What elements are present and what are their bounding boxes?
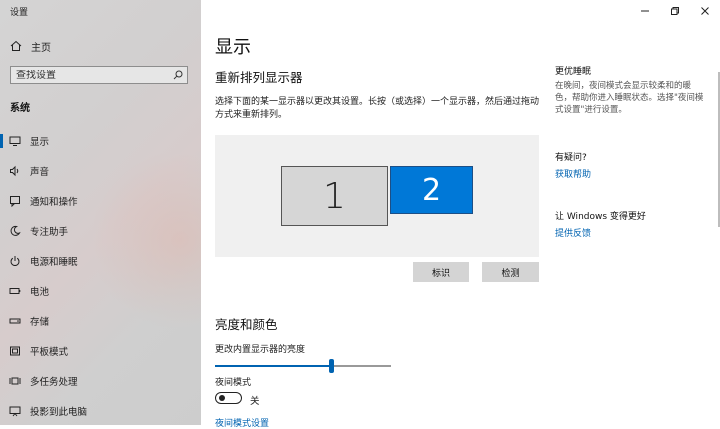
sidebar-nav: 显示 声音 通知和操作 专注助手 电源和睡眠 电池 存储 平板模式 多任务处理 … [0,126,201,425]
close-icon [701,7,709,15]
sidebar-item-display[interactable]: 显示 [0,126,201,156]
notification-icon [8,194,22,208]
window-controls [630,0,720,22]
sidebar-item-project-to-pc[interactable]: 投影到此电脑 [0,396,201,425]
sidebar-item-label: 存储 [30,317,50,328]
sleep-description: 在晚间，夜间模式会显示较柔和的暖色，帮助你进入睡眠状态。选择"夜间模式设置"进行… [555,81,704,115]
sidebar-item-sound[interactable]: 声音 [0,156,201,186]
home-link[interactable]: 主页 [10,38,51,54]
night-light-toggle[interactable] [215,392,242,404]
sidebar-item-label: 专注助手 [30,227,69,238]
night-light-settings-link[interactable]: 夜间模式设置 [215,416,269,429]
restore-button[interactable] [660,0,690,22]
sidebar-item-label: 投影到此电脑 [30,407,88,418]
slider-thumb[interactable] [329,359,334,373]
search-input[interactable] [11,69,169,81]
sidebar-item-focus-assist[interactable]: 专注助手 [0,216,201,246]
brightness-slider-label: 更改内置显示器的亮度 [215,345,306,355]
arrange-heading: 重新排列显示器 [215,70,303,85]
monitor-2[interactable]: 2 [390,166,473,214]
feedback-heading: 让 Windows 变得更好 [555,212,646,222]
arrange-description: 选择下面的某一显示器以更改其设置。长按（或选择）一个显示器，然后通过拖动方式来重… [215,97,540,120]
power-icon [8,254,22,268]
tablet-icon [8,344,22,358]
home-label: 主页 [31,42,51,54]
sidebar-item-multitasking[interactable]: 多任务处理 [0,366,201,396]
slider-fill [215,365,331,367]
brightness-heading: 亮度和颜色 [215,317,278,332]
monitor-icon [8,134,22,148]
page-title: 显示 [215,37,251,58]
minimize-button[interactable] [630,0,660,22]
storage-icon [8,314,22,328]
speaker-icon [8,164,22,178]
projector-icon [8,404,22,418]
window-title: 设置 [10,8,29,18]
night-light-label: 夜间模式 [215,378,252,388]
multitask-icon [8,374,22,388]
search-box[interactable] [10,66,188,84]
sidebar-item-label: 通知和操作 [30,197,78,208]
sidebar-item-label: 电池 [30,287,50,298]
home-icon [10,40,22,51]
sidebar-item-label: 显示 [30,137,50,148]
moon-icon [8,224,22,238]
give-feedback-link[interactable]: 提供反馈 [555,226,591,239]
restore-icon [671,7,679,15]
night-light-state: 关 [250,396,260,407]
sidebar-item-storage[interactable]: 存储 [0,306,201,336]
identify-button[interactable]: 标识 [413,262,469,282]
close-button[interactable] [690,0,720,22]
brightness-slider[interactable] [215,359,391,373]
search-icon[interactable] [169,70,187,80]
sidebar-item-label: 电源和睡眠 [30,257,78,268]
monitor-arrangement-area[interactable]: 1 2 [215,135,539,257]
sidebar-item-label: 平板模式 [30,347,69,358]
monitor-1[interactable]: 1 [281,166,388,226]
main-content: 显示 重新排列显示器 选择下面的某一显示器以更改其设置。长按（或选择）一个显示器… [215,0,545,429]
sidebar-item-power-sleep[interactable]: 电源和睡眠 [0,246,201,276]
minimize-icon [641,10,649,12]
sidebar-item-label: 声音 [30,167,50,178]
help-heading: 有疑问? [555,153,587,163]
get-help-link[interactable]: 获取帮助 [555,167,591,180]
detect-button[interactable]: 检测 [482,262,539,282]
sidebar: 设置 主页 系统 显示 声音 [0,0,201,425]
battery-icon [8,284,22,298]
sidebar-item-label: 多任务处理 [30,377,78,388]
sidebar-item-battery[interactable]: 电池 [0,276,201,306]
sleep-heading: 更优睡眠 [555,67,592,77]
sidebar-item-tablet-mode[interactable]: 平板模式 [0,336,201,366]
sidebar-item-notifications[interactable]: 通知和操作 [0,186,201,216]
toggle-knob [219,395,225,401]
section-title: 系统 [10,103,30,114]
